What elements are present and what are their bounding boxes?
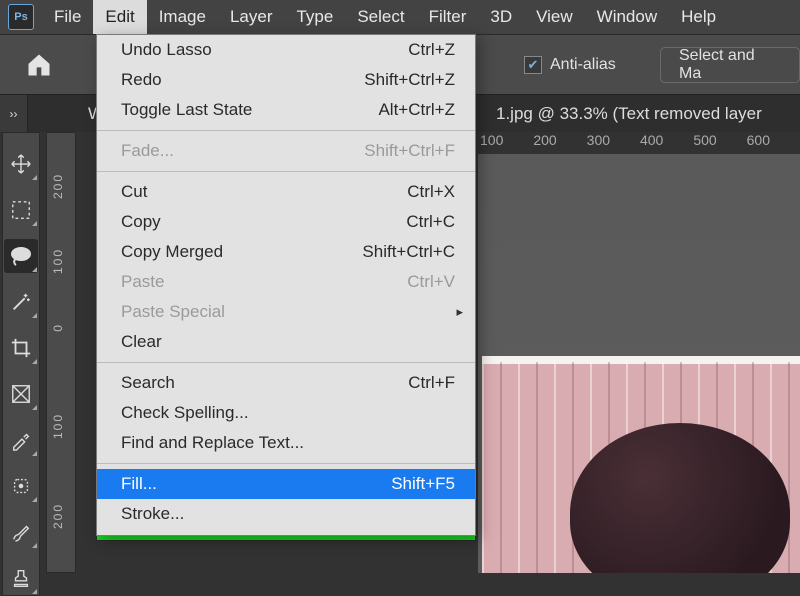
edit-menu-dropdown: Undo LassoCtrl+ZRedoShift+Ctrl+ZToggle L… [96,34,476,536]
menu-item-find-and-replace-text[interactable]: Find and Replace Text... [97,428,475,458]
menu-item-toggle-last-state[interactable]: Toggle Last StateAlt+Ctrl+Z [97,95,475,125]
menu-item-fade: Fade...Shift+Ctrl+F [97,136,475,166]
menu-item-redo[interactable]: RedoShift+Ctrl+Z [97,65,475,95]
menu-separator [97,171,475,172]
menu-item-check-spelling[interactable]: Check Spelling... [97,398,475,428]
ruler-horizontal: 100200300400500600 [480,132,800,154]
menu-item-paste: PasteCtrl+V [97,267,475,297]
menu-edit[interactable]: Edit [93,0,146,34]
antialias-label: Anti-alias [550,56,616,74]
menu-type[interactable]: Type [284,0,345,34]
brush-tool[interactable] [4,515,38,549]
menu-item-fill[interactable]: Fill...Shift+F5 [97,469,475,499]
menu-layer[interactable]: Layer [218,0,285,34]
menu-file[interactable]: File [42,0,93,34]
frame-tool[interactable] [4,377,38,411]
menu-separator [97,130,475,131]
canvas[interactable] [478,154,800,573]
menu-3d[interactable]: 3D [478,0,524,34]
magic-wand-tool[interactable] [4,285,38,319]
menu-separator [97,463,475,464]
panel-collapse-button[interactable]: ›› [0,94,28,132]
menu-item-search[interactable]: SearchCtrl+F [97,368,475,398]
antialias-checkbox[interactable]: ✔ Anti-alias [524,56,616,74]
menu-item-undo-lasso[interactable]: Undo LassoCtrl+Z [97,35,475,65]
app-logo: Ps [8,4,34,30]
check-icon: ✔ [524,56,542,74]
home-button[interactable] [14,40,64,90]
chevron-right-icon: ▸ [456,304,463,320]
crop-tool[interactable] [4,331,38,365]
menu-item-clear[interactable]: Clear [97,327,475,357]
menu-image[interactable]: Image [147,0,218,34]
healing-tool[interactable] [4,469,38,503]
menu-item-copy[interactable]: CopyCtrl+C [97,207,475,237]
marquee-tool[interactable] [4,193,38,227]
eyedropper-tool[interactable] [4,423,38,457]
menu-view[interactable]: View [524,0,585,34]
lasso-tool[interactable] [4,239,38,273]
stamp-tool[interactable] [4,561,38,595]
move-tool[interactable] [4,147,38,181]
menu-help[interactable]: Help [669,0,728,34]
menu-filter[interactable]: Filter [417,0,479,34]
menu-item-stroke[interactable]: Stroke... [97,499,475,529]
menubar: Ps FileEditImageLayerTypeSelectFilter3DV… [0,0,800,34]
menu-window[interactable]: Window [585,0,669,34]
menu-separator [97,362,475,363]
menu-item-copy-merged[interactable]: Copy MergedShift+Ctrl+C [97,237,475,267]
menu-item-cut[interactable]: CutCtrl+X [97,177,475,207]
ruler-vertical: 2001000100200 [46,132,76,573]
toolbar [2,132,40,596]
home-icon [25,51,53,79]
menu-select[interactable]: Select [345,0,416,34]
select-and-mask-button[interactable]: Select and Ma [660,47,800,83]
menu-item-paste-special: Paste Special▸ [97,297,475,327]
